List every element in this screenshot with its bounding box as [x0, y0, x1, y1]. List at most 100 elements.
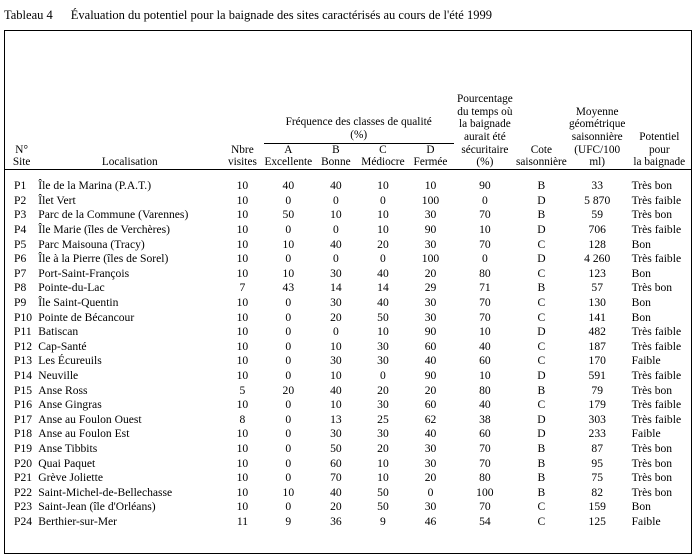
cell-localisation: Île Saint-Quentin	[38, 296, 119, 310]
cell-cote: D	[537, 193, 546, 207]
header-pourcentage-line2: du temps où	[457, 105, 513, 118]
cell-site: P18	[14, 427, 33, 441]
cell-site: P3	[14, 208, 27, 222]
cell-localisation: Pointe-du-Lac	[38, 281, 105, 295]
cell-visites: 10	[236, 266, 249, 280]
cell-pourcentage: 70	[479, 441, 491, 455]
cell-cote: C	[537, 237, 546, 251]
cell-classe-d: 20	[424, 471, 437, 485]
cell-localisation: Berthier-sur-Mer	[38, 514, 118, 528]
cell-classe-d: 0	[427, 485, 434, 499]
cell-localisation: Port-Saint-François	[38, 266, 130, 280]
header-classe-d-label: Fermée	[413, 156, 448, 169]
cell-moyenne: 233	[588, 427, 606, 441]
table-container: N° Site Localisation Nbre visites Fréque…	[4, 30, 692, 554]
cell-classe-d: 30	[424, 456, 437, 470]
cell-classe-b: 0	[332, 325, 339, 339]
table-row: P17 Anse au Foulon Ouest 8 0 13 25 62 38 D 303 Trè…	[5, 412, 691, 427]
header-frequence-line2: (%)	[350, 128, 368, 141]
cell-localisation: Pointe de Bécancour	[38, 310, 135, 324]
cell-classe-c: 20	[377, 237, 389, 251]
header-classe-c-letter: C	[379, 143, 387, 156]
cell-visites: 10	[236, 354, 249, 368]
cell-moyenne: 5 870	[584, 193, 611, 207]
header-visites: Nbre visites	[221, 31, 263, 169]
cell-visites: 10	[236, 398, 249, 412]
cell-localisation: Île à la Pierre (îles de Sorel)	[38, 252, 169, 266]
cell-cote: D	[537, 325, 546, 339]
cell-classe-d: 40	[424, 427, 437, 441]
cell-site: P21	[14, 471, 33, 485]
header-potentiel-line2: pour	[648, 143, 670, 156]
cell-classe-a: 0	[285, 296, 292, 310]
header-site-line1: N°	[15, 143, 28, 156]
cell-localisation: Anse au Foulon Est	[38, 427, 130, 441]
cell-classe-c: 14	[377, 281, 389, 295]
cell-classe-a: 0	[285, 369, 292, 382]
cell-moyenne: 79	[591, 383, 603, 397]
cell-classe-a: 0	[285, 193, 292, 207]
cell-cote: D	[537, 412, 546, 426]
cell-moyenne: 75	[591, 471, 603, 485]
cell-potentiel: Très bon	[631, 208, 673, 222]
header-pourcentage-line3: la baignade	[458, 118, 511, 131]
cell-classe-c: 10	[377, 223, 389, 237]
cell-classe-c: 30	[377, 427, 389, 441]
cell-potentiel: Très faible	[631, 252, 682, 266]
cell-cote: C	[537, 354, 546, 368]
cell-potentiel: Bon	[631, 500, 651, 514]
cell-classe-c: 20	[377, 441, 389, 455]
cell-pourcentage: 71	[479, 281, 491, 295]
table-row: P4 Île Marie (îles de Verchères) 10 0 0 10 90 1…	[5, 223, 691, 238]
cell-classe-a: 9	[285, 514, 292, 528]
cell-classe-b: 30	[330, 296, 342, 310]
table-row: P18 Anse au Foulon Est 10 0 30 30 40 60 D 233 Faib…	[5, 427, 691, 442]
cell-localisation: Anse au Foulon Ouest	[38, 412, 142, 426]
cell-classe-d: 30	[424, 500, 437, 514]
cell-site: P16	[14, 398, 33, 412]
cell-potentiel: Très bon	[631, 471, 673, 485]
cell-classe-d: 60	[424, 339, 437, 353]
cell-classe-d: 10	[424, 179, 437, 193]
cell-pourcentage: 40	[479, 398, 491, 412]
cell-potentiel: Très bon	[631, 383, 673, 397]
header-pourcentage-line6: (%)	[476, 156, 494, 169]
cell-classe-b: 60	[330, 456, 342, 470]
cell-classe-b: 10	[330, 369, 342, 382]
cell-pourcentage: 0	[481, 193, 488, 207]
cell-classe-d: 30	[424, 296, 437, 310]
header-pourcentage-line5: sécuritaire	[461, 143, 509, 156]
cell-classe-c: 30	[377, 339, 389, 353]
cell-visites: 10	[236, 208, 249, 222]
header-moyenne-line3: saisonnière	[571, 130, 623, 143]
cell-pourcentage: 40	[479, 339, 491, 353]
cell-pourcentage: 70	[479, 310, 491, 324]
cell-pourcentage: 10	[479, 223, 491, 237]
cell-visites: 10	[236, 456, 249, 470]
cell-pourcentage: 60	[479, 427, 491, 441]
header-visites-line2: visites	[227, 156, 257, 169]
cell-visites: 10	[236, 485, 249, 499]
header-classe-b-label: Bonne	[321, 156, 351, 169]
cell-classe-a: 0	[285, 252, 292, 266]
cell-potentiel: Faible	[631, 427, 661, 441]
cell-classe-b: 0	[332, 252, 339, 266]
cell-localisation: Anse Gingras	[38, 398, 102, 412]
header-classe-a: A Excellente	[264, 143, 314, 169]
cell-classe-c: 10	[377, 325, 389, 339]
cell-classe-b: 20	[330, 310, 342, 324]
cell-visites: 10	[236, 296, 249, 310]
cell-visites: 10	[236, 500, 249, 514]
cell-visites: 10	[236, 325, 249, 339]
cell-site: P14	[14, 369, 33, 382]
cell-moyenne: 141	[588, 310, 606, 324]
cell-classe-d: 30	[424, 237, 437, 251]
table-row: P16 Anse Gingras 10 0 10 30 60 40 C 179 Très faibl…	[5, 398, 691, 413]
cell-potentiel: Très bon	[631, 456, 673, 470]
cell-classe-d: 90	[424, 369, 437, 382]
table-row: P19 Anse Tibbits 10 0 50 20 30 70 B 87 Très bon	[5, 441, 691, 456]
cell-classe-d: 100	[421, 252, 440, 266]
cell-classe-b: 10	[330, 339, 342, 353]
header-moyenne-line4: (UFC/100 ml)	[574, 143, 621, 169]
header-classe-a-label: Excellente	[264, 156, 313, 169]
